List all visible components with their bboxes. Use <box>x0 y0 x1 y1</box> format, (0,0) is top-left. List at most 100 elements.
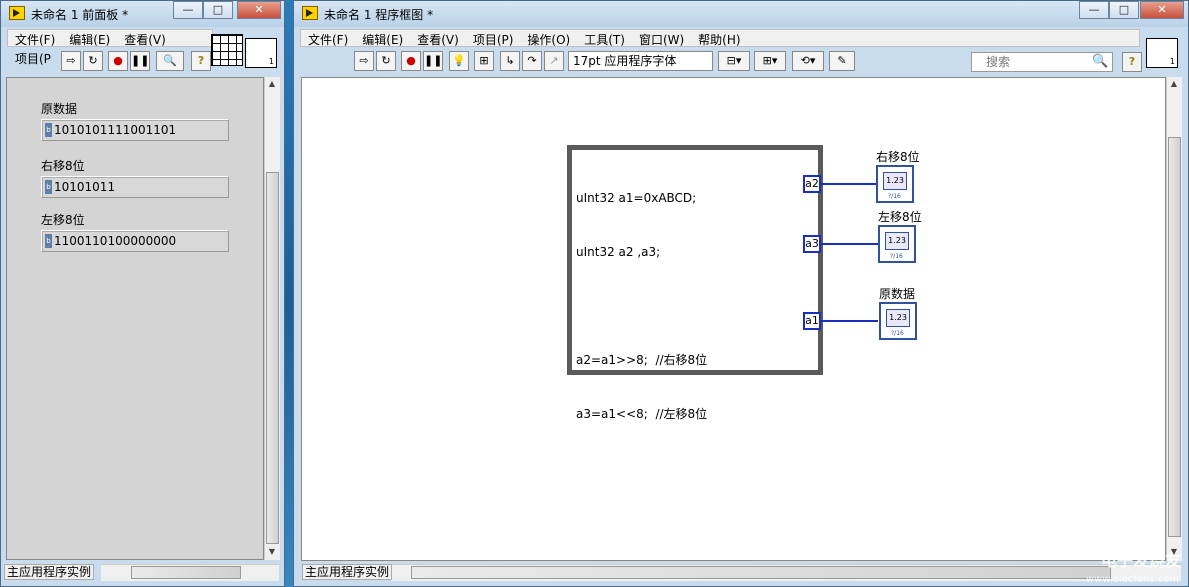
formula-node[interactable]: uInt32 a1=0xABCD; uInt32 a2 ,a3; a2=a1>>… <box>567 145 823 421</box>
wire-a1[interactable] <box>821 320 878 322</box>
scroll-thumb[interactable] <box>266 172 279 544</box>
align-objects-icon[interactable]: ⊟▾ <box>718 51 750 71</box>
run-continuously-icon[interactable]: ↻ <box>376 51 396 71</box>
formula-line: a3=a1<<8; //左移8位 <box>576 407 708 421</box>
search-icon[interactable]: 🔍 <box>1092 54 1108 69</box>
output-terminal-a1[interactable]: a1 <box>803 312 821 330</box>
run-arrow-icon[interactable]: ⇨ <box>354 51 374 71</box>
labview-icon <box>302 6 318 20</box>
vi-icon[interactable]: 1 <box>1146 38 1178 68</box>
labview-icon <box>9 6 25 20</box>
indicator-value-original: 1010101111001101 <box>54 123 177 137</box>
node-label-original: 原数据 <box>879 287 916 301</box>
front-panel-title: 未命名 1 前面板 * <box>31 8 129 22</box>
front-panel-titlebar[interactable]: 未命名 1 前面板 * — □ ✕ <box>1 1 284 27</box>
block-diagram-window: 未命名 1 程序框图 * — □ ✕ 文件(F) 编辑(E) 查看(V) 项目(P) 操… <box>293 0 1189 587</box>
output-terminal-a3[interactable]: a3 <box>803 235 821 253</box>
indicator-label-original: 原数据 <box>41 102 78 116</box>
indicator-node-right-shift[interactable]: 1.23 ?/16 <box>876 165 914 203</box>
formula-code[interactable]: uInt32 a1=0xABCD; uInt32 a2 ,a3; a2=a1>>… <box>576 153 707 459</box>
step-over-icon[interactable]: ↷ <box>522 51 542 71</box>
step-out-icon[interactable]: ↗ <box>544 51 564 71</box>
indicator-value-right-shift: 10101011 <box>54 180 116 194</box>
menu-file[interactable]: 文件(F) <box>8 30 62 49</box>
indicator-right-shift: b 10101011 <box>41 176 229 198</box>
highlight-execution-icon[interactable]: 💡 <box>449 51 469 71</box>
scroll-up-icon[interactable]: ▲ <box>265 79 279 88</box>
menu-help[interactable]: 帮助(H) <box>691 30 747 49</box>
indicator-node-original[interactable]: 1.23 ?/16 <box>879 302 917 340</box>
block-diagram-canvas: uInt32 a1=0xABCD; uInt32 a2 ,a3; a2=a1>>… <box>301 77 1166 561</box>
diagram-menu-bar: 文件(F) 编辑(E) 查看(V) 项目(P) 操作(O) 工具(T) 窗口(W) 帮助(H) <box>300 29 1140 47</box>
retain-wire-values-icon[interactable]: ⊞ <box>474 51 494 71</box>
pause-icon[interactable]: ❚❚ <box>423 51 443 71</box>
numeric-indicator-icon: 1.23 <box>886 309 910 327</box>
binary-icon: b <box>45 234 52 248</box>
menu-edit[interactable]: 编辑(E) <box>355 30 410 49</box>
formula-line <box>576 297 707 315</box>
formula-line: uInt32 a1=0xABCD; <box>576 191 697 205</box>
minimize-button[interactable]: — <box>173 1 203 19</box>
run-continuously-icon[interactable]: ↻ <box>83 51 103 71</box>
pause-icon[interactable]: ❚❚ <box>130 51 150 71</box>
node-type-tag: ?/16 <box>890 253 903 260</box>
menu-project[interactable]: 项目(P) <box>466 30 521 49</box>
cleanup-diagram-icon[interactable]: ✎ <box>829 51 855 71</box>
node-label-right-shift: 右移8位 <box>876 150 920 164</box>
close-button[interactable]: ✕ <box>1140 1 1184 19</box>
diagram-vertical-scrollbar[interactable]: ▲ ▼ <box>1166 77 1182 561</box>
diagram-status-context: 主应用程序实例 <box>302 564 393 580</box>
block-diagram-title: 未命名 1 程序框图 * <box>324 8 434 22</box>
abort-icon[interactable]: ● <box>108 51 128 71</box>
menu-view[interactable]: 查看(V) <box>117 30 173 49</box>
search-icon[interactable]: 🔍 <box>156 51 184 71</box>
maximize-button[interactable]: □ <box>203 1 233 19</box>
front-vertical-scrollbar[interactable]: ▲ ▼ <box>264 77 280 560</box>
indicator-original: b 1010101111001101 <box>41 119 229 141</box>
numeric-indicator-icon: 1.23 <box>885 232 909 250</box>
scroll-down-icon[interactable]: ▼ <box>265 547 279 556</box>
step-into-icon[interactable]: ↳ <box>500 51 520 71</box>
formula-line: uInt32 a2 ,a3; <box>576 245 661 259</box>
front-horizontal-scrollbar[interactable] <box>101 564 279 581</box>
block-diagram-titlebar[interactable]: 未命名 1 程序框图 * — □ ✕ <box>294 1 1188 27</box>
front-toolbar: ⇨ ↻ ● ❚❚ 🔍 ? <box>1 51 286 76</box>
hscroll-thumb[interactable] <box>131 566 241 579</box>
numeric-indicator-icon: 1.23 <box>883 172 907 190</box>
minimize-button[interactable]: — <box>1079 1 1109 19</box>
indicator-label-left-shift: 左移8位 <box>41 213 85 227</box>
menu-tools[interactable]: 工具(T) <box>577 30 632 49</box>
reorder-icon[interactable]: ⟲▾ <box>792 51 824 71</box>
help-icon[interactable]: ? <box>191 51 211 71</box>
menu-file[interactable]: 文件(F) <box>301 30 355 49</box>
indicator-node-left-shift[interactable]: 1.23 ?/16 <box>878 225 916 263</box>
run-arrow-icon[interactable]: ⇨ <box>61 51 81 71</box>
scroll-up-icon[interactable]: ▲ <box>1167 79 1181 88</box>
diagram-horizontal-scrollbar[interactable] <box>391 564 1181 581</box>
help-icon[interactable]: ? <box>1122 52 1142 72</box>
front-status-context: 主应用程序实例 <box>4 564 95 580</box>
watermark-url: www.elecfans.com <box>1085 574 1179 585</box>
menu-window[interactable]: 窗口(W) <box>632 30 691 49</box>
indicator-label-right-shift: 右移8位 <box>41 159 85 173</box>
menu-edit[interactable]: 编辑(E) <box>62 30 117 49</box>
wire-a2[interactable] <box>821 183 878 185</box>
menu-view[interactable]: 查看(V) <box>410 30 466 49</box>
abort-icon[interactable]: ● <box>401 51 421 71</box>
node-label-left-shift: 左移8位 <box>878 210 922 224</box>
font-select[interactable]: 17pt 应用程序字体 <box>568 51 713 71</box>
scroll-thumb[interactable] <box>1168 137 1181 537</box>
binary-icon: b <box>45 180 52 194</box>
node-type-tag: ?/16 <box>888 193 901 200</box>
distribute-objects-icon[interactable]: ⊞▾ <box>754 51 786 71</box>
formula-line: a2=a1>>8; //右移8位 <box>576 353 708 367</box>
close-button[interactable]: ✕ <box>237 1 281 19</box>
indicator-left-shift: b 1100110100000000 <box>41 230 229 252</box>
hscroll-thumb[interactable] <box>411 566 1111 579</box>
front-panel-canvas: 原数据 b 1010101111001101 右移8位 b 10101011 左移8… <box>6 77 264 560</box>
watermark-text: 电子发烧友 <box>1100 551 1181 570</box>
menu-operate[interactable]: 操作(O) <box>520 30 577 49</box>
output-terminal-a2[interactable]: a2 <box>803 175 821 193</box>
wire-a3[interactable] <box>821 243 878 245</box>
maximize-button[interactable]: □ <box>1109 1 1139 19</box>
